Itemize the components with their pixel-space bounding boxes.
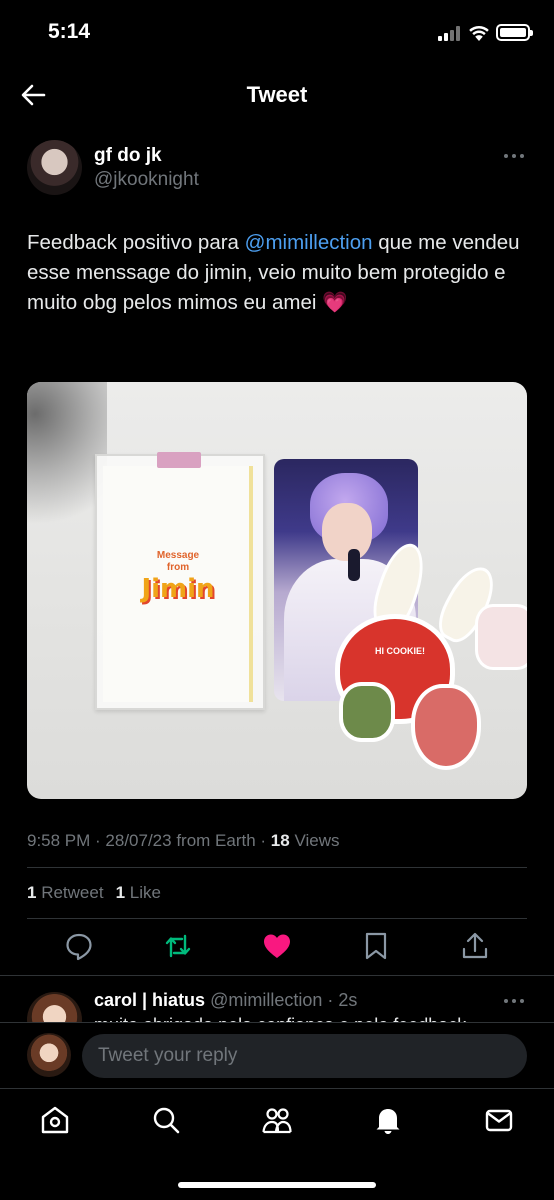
heart-emoji: 💗 bbox=[322, 291, 348, 314]
reply-author-handle: @mimillection · 2s bbox=[210, 990, 358, 1010]
engagement-stats: 1 Retweet 1 Like bbox=[27, 883, 161, 903]
reply-button[interactable] bbox=[63, 930, 95, 962]
mention-link[interactable]: @mimillection bbox=[245, 231, 373, 254]
likes-stat[interactable]: 1 Like bbox=[116, 883, 161, 902]
reply-input[interactable] bbox=[82, 1034, 527, 1078]
retweets-label: Retweet bbox=[41, 883, 104, 902]
card-title: Jimin bbox=[141, 574, 215, 604]
author-avatar[interactable] bbox=[27, 140, 82, 195]
bookmark-icon bbox=[365, 932, 387, 960]
tweet-image[interactable]: Message from Jimin HI COOKIE! bbox=[27, 382, 527, 799]
more-options-icon[interactable] bbox=[502, 150, 526, 162]
bookmark-button[interactable] bbox=[360, 930, 392, 962]
page-title: Tweet bbox=[246, 82, 308, 107]
cellular-signal-icon bbox=[438, 25, 464, 41]
home-icon bbox=[41, 1106, 69, 1134]
tab-notifications[interactable] bbox=[372, 1104, 404, 1136]
search-icon bbox=[153, 1107, 180, 1134]
reply-icon bbox=[66, 933, 92, 961]
header: Tweet bbox=[0, 66, 554, 124]
retweets-stat[interactable]: 1 Retweet bbox=[27, 883, 104, 902]
like-button[interactable] bbox=[261, 930, 293, 962]
wifi-icon bbox=[469, 25, 489, 41]
tweet-text: Feedback positivo para @mimillection que… bbox=[27, 228, 527, 318]
author-name[interactable]: gf do jk bbox=[94, 145, 162, 167]
status-time: 5:14 bbox=[48, 20, 91, 43]
reply-more-options-icon[interactable] bbox=[502, 995, 526, 1007]
tab-messages[interactable] bbox=[483, 1104, 515, 1136]
strawberry-sticker bbox=[411, 684, 481, 770]
views-count: 18 bbox=[270, 831, 290, 850]
notifications-icon bbox=[376, 1109, 400, 1134]
tab-search[interactable] bbox=[150, 1104, 182, 1136]
author-handle[interactable]: @jkooknight bbox=[94, 169, 199, 191]
card-line2: from bbox=[166, 562, 190, 573]
my-avatar bbox=[27, 1033, 71, 1077]
tweet-timestamp: 9:58 PM · 28/07/23 from Earth · bbox=[27, 831, 267, 850]
messages-icon bbox=[485, 1109, 513, 1132]
divider bbox=[27, 918, 527, 919]
card-line1: Message bbox=[156, 550, 200, 561]
tweet-metadata: 9:58 PM · 28/07/23 from Earth · 18 Views bbox=[27, 831, 340, 851]
likes-count: 1 bbox=[115, 883, 126, 902]
retweet-icon bbox=[165, 934, 191, 958]
stickers: HI COOKIE! bbox=[327, 538, 527, 782]
tab-communities[interactable] bbox=[261, 1104, 293, 1136]
battery-icon bbox=[496, 24, 533, 41]
retweets-count: 1 bbox=[27, 883, 37, 902]
status-bar: 5:14 bbox=[0, 0, 554, 66]
tab-home[interactable] bbox=[39, 1104, 71, 1136]
likes-label: Like bbox=[129, 883, 161, 902]
views-label: Views bbox=[294, 831, 340, 850]
reply-author-name: carol | hiatus bbox=[94, 990, 206, 1010]
tweet-text-part: Feedback positivo para bbox=[27, 231, 245, 254]
divider bbox=[27, 867, 527, 868]
frame-sticker bbox=[475, 604, 527, 670]
share-icon bbox=[462, 932, 488, 959]
sticker-text: HI COOKIE! bbox=[375, 646, 426, 656]
card-message-label: Message from bbox=[103, 550, 253, 574]
bear-sticker bbox=[339, 682, 395, 742]
retweet-button[interactable] bbox=[162, 930, 194, 962]
share-button[interactable] bbox=[459, 930, 491, 962]
card-top-tab bbox=[157, 452, 201, 468]
home-indicator bbox=[178, 1182, 376, 1188]
like-icon bbox=[264, 934, 290, 958]
divider bbox=[0, 975, 554, 976]
communities-icon bbox=[262, 1108, 292, 1134]
reply-author[interactable]: carol | hiatus @mimillection · 2s bbox=[94, 990, 357, 1011]
